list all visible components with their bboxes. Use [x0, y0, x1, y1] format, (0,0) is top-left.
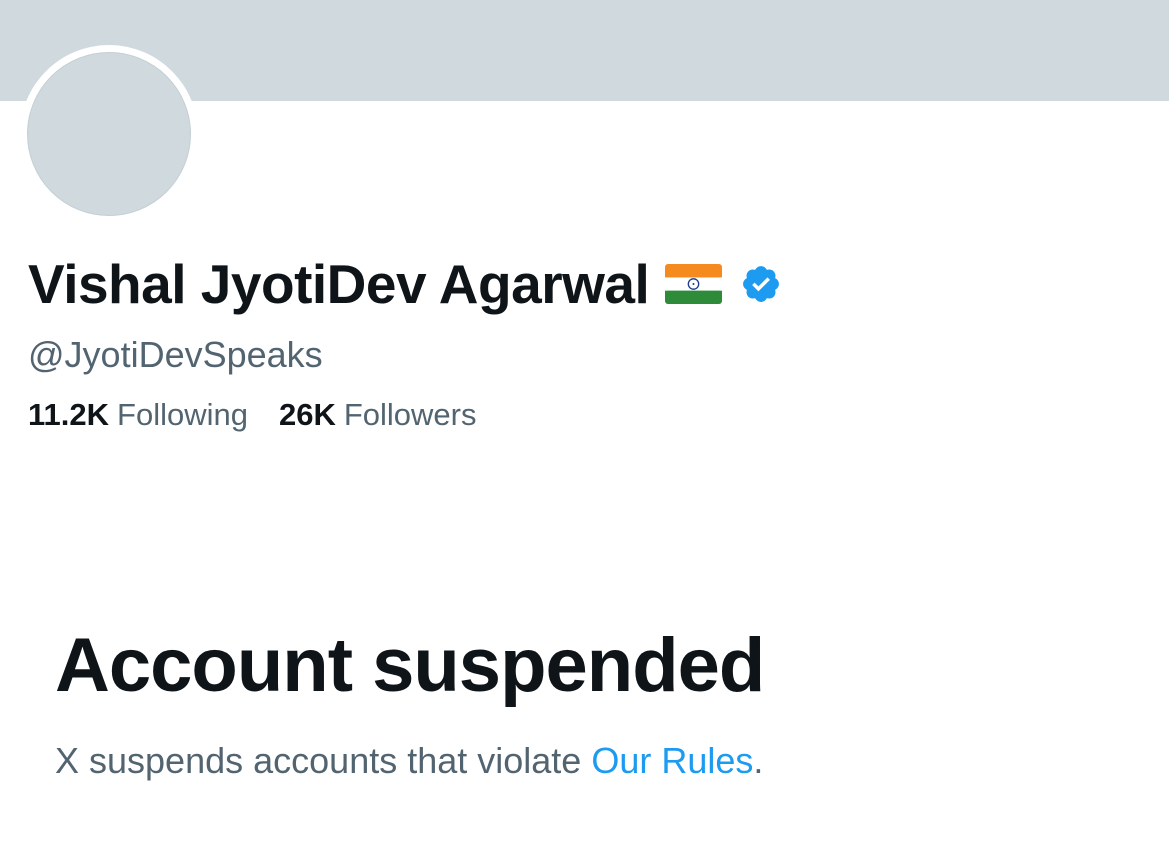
followers-count: 26K — [278, 397, 336, 432]
avatar[interactable] — [27, 52, 191, 216]
followers-label: Followers — [343, 397, 477, 432]
suspension-message-suffix: . — [753, 740, 764, 781]
following-label: Following — [117, 397, 248, 432]
india-flag-icon — [665, 264, 723, 304]
profile-stats: 11.2K Following 26K Followers — [28, 396, 477, 434]
following-count: 11.2K — [28, 397, 110, 432]
verified-badge-icon[interactable] — [740, 263, 782, 305]
suspension-message: X suspends accounts that violate Our Rul… — [55, 739, 763, 783]
followers-link[interactable]: 26K Followers — [279, 396, 477, 434]
our-rules-link[interactable]: Our Rules — [591, 740, 753, 781]
name-row: Vishal JyotiDev Agarwal — [28, 250, 782, 318]
profile-handle: @JyotiDevSpeaks — [28, 334, 323, 375]
display-name: Vishal JyotiDev Agarwal — [28, 253, 650, 315]
suspension-message-prefix: X suspends accounts that violate — [55, 740, 592, 781]
profile-page: Vishal JyotiDev Agarwal @JyotiDevSpeaks … — [0, 0, 1169, 867]
suspension-title: Account suspended — [55, 623, 765, 708]
following-link[interactable]: 11.2K Following — [28, 396, 248, 434]
